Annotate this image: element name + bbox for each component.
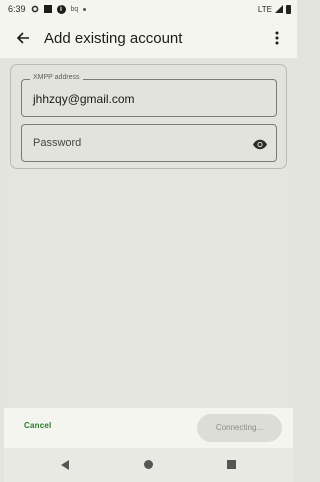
dot-icon xyxy=(83,7,87,11)
status-small-text: bq xyxy=(70,5,79,13)
recents-icon[interactable] xyxy=(227,460,236,469)
xmpp-address-field[interactable]: XMPP address jhhzqy@gmail.com xyxy=(21,74,277,117)
page-title: Add existing account xyxy=(44,29,183,47)
password-placeholder: Password xyxy=(33,137,82,149)
square-icon xyxy=(43,5,52,13)
eye-icon xyxy=(253,139,267,149)
more-vert-icon xyxy=(275,31,279,45)
overflow-menu-button[interactable] xyxy=(267,23,287,53)
status-bar: 6:39 i bq LTE xyxy=(0,0,297,18)
system-nav-bar xyxy=(4,448,293,482)
arrow-left-icon xyxy=(16,32,29,44)
battery-icon xyxy=(286,4,291,14)
back-icon[interactable] xyxy=(61,460,69,470)
info-icon: i xyxy=(56,4,66,14)
app-bar: Add existing account xyxy=(0,18,297,58)
xmpp-address-value: jhhzqy@gmail.com xyxy=(33,92,135,106)
network-type: LTE xyxy=(257,4,272,14)
account-card: XMPP address jhhzqy@gmail.com Password xyxy=(10,64,287,169)
content-area: XMPP address jhhzqy@gmail.com Password xyxy=(4,58,293,408)
action-bar: Cancel Connecting... xyxy=(4,408,293,448)
home-icon[interactable] xyxy=(144,460,153,469)
signal-icon xyxy=(275,5,283,13)
gear-icon xyxy=(31,5,38,13)
cancel-button[interactable]: Cancel xyxy=(24,421,51,430)
back-button[interactable] xyxy=(8,23,38,53)
xmpp-address-label: XMPP address xyxy=(30,74,83,81)
password-visibility-toggle[interactable] xyxy=(251,135,269,153)
password-field[interactable]: Password xyxy=(21,124,277,162)
status-time: 6:39 xyxy=(8,4,26,14)
connecting-button[interactable]: Connecting... xyxy=(197,414,282,442)
